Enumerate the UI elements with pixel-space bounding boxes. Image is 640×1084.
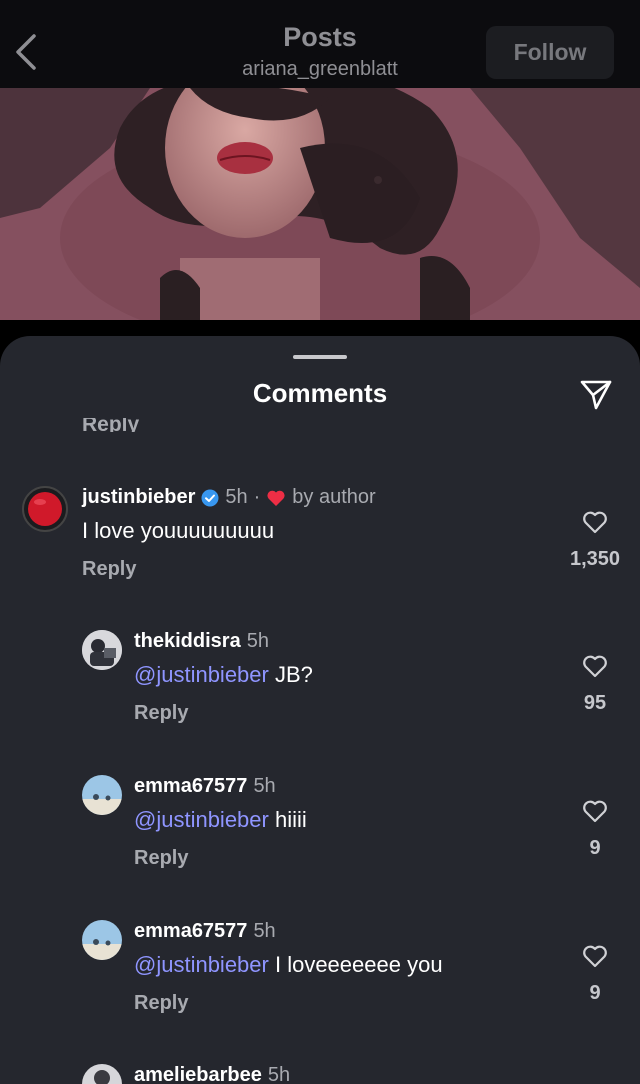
reply-button[interactable]: Reply [134, 992, 188, 1015]
mention-link[interactable]: @justinbieber [134, 807, 269, 832]
comment-username[interactable]: thekiddisra [134, 630, 241, 653]
avatar-image [82, 630, 122, 670]
avatar[interactable] [82, 630, 122, 670]
comment-username[interactable]: justinbieber [82, 486, 195, 509]
avatar-image [82, 920, 122, 960]
heart-outline-icon[interactable] [581, 652, 609, 680]
cut-off-reply-button[interactable]: Reply [82, 418, 139, 432]
comment-time: 5h [246, 630, 269, 652]
like-count: 95 [583, 692, 607, 714]
like-count: 9 [589, 837, 601, 859]
comment-time: 5h [225, 486, 248, 508]
post-image [0, 88, 640, 320]
comments-sheet: Comments Reply justinbieber 5h · by auth… [0, 336, 640, 1084]
avatar[interactable] [82, 1064, 122, 1084]
comment-body: I loveeeeeee you [268, 952, 443, 977]
avatar[interactable] [22, 486, 68, 532]
separator-dot: · [253, 486, 261, 508]
comment-time: 5h [267, 1064, 291, 1084]
avatar-image [82, 775, 122, 815]
send-icon[interactable] [578, 376, 614, 412]
like-count: 1,350 [569, 548, 621, 570]
comment-meta: ameliebarbee 5h [134, 1064, 290, 1084]
reply-button[interactable]: Reply [134, 847, 188, 870]
reply-button[interactable]: Reply [82, 558, 136, 581]
comment-text: @justinbieber I loveeeeeee you [134, 952, 443, 978]
comment-body: JB? [268, 662, 313, 687]
reply-button[interactable]: Reply [134, 702, 188, 725]
heart-outline-icon[interactable] [581, 797, 609, 825]
comment-meta: justinbieber 5h · by author [82, 486, 376, 509]
liked-by-author-label: by author [292, 486, 376, 508]
comment-time: 5h [253, 775, 276, 797]
comment-username[interactable]: ameliebarbee [134, 1064, 262, 1084]
avatar-image [28, 492, 62, 526]
comment-meta: emma67577 5h [134, 775, 276, 798]
comment-meta: emma67577 5h [134, 920, 276, 943]
mention-link[interactable]: @justinbieber [134, 662, 269, 687]
follow-button[interactable]: Follow [486, 26, 614, 79]
sheet-drag-handle[interactable] [293, 355, 347, 359]
avatar-image [82, 1064, 122, 1084]
comment-text: @justinbieber JB? [134, 662, 313, 688]
comment-text: @justinbieber hiiii [134, 807, 307, 833]
verified-icon [201, 489, 219, 506]
comment-time: 5h [253, 920, 276, 942]
avatar[interactable] [82, 775, 122, 815]
comments-title: Comments [252, 378, 388, 408]
comment-username[interactable]: emma67577 [134, 775, 247, 798]
comment-text: I love youuuuuuuuu [82, 518, 275, 543]
comment-username[interactable]: emma67577 [134, 920, 247, 943]
comment-meta: thekiddisra 5h [134, 630, 269, 653]
heart-icon [267, 490, 285, 506]
heart-outline-icon[interactable] [581, 942, 609, 970]
heart-outline-icon[interactable] [581, 508, 609, 536]
like-count: 9 [589, 982, 601, 1004]
avatar[interactable] [82, 920, 122, 960]
comment-body: hiiii [268, 807, 307, 832]
top-nav-bar: Posts ariana_greenblatt Follow [0, 0, 640, 88]
mention-link[interactable]: @justinbieber [134, 952, 269, 977]
